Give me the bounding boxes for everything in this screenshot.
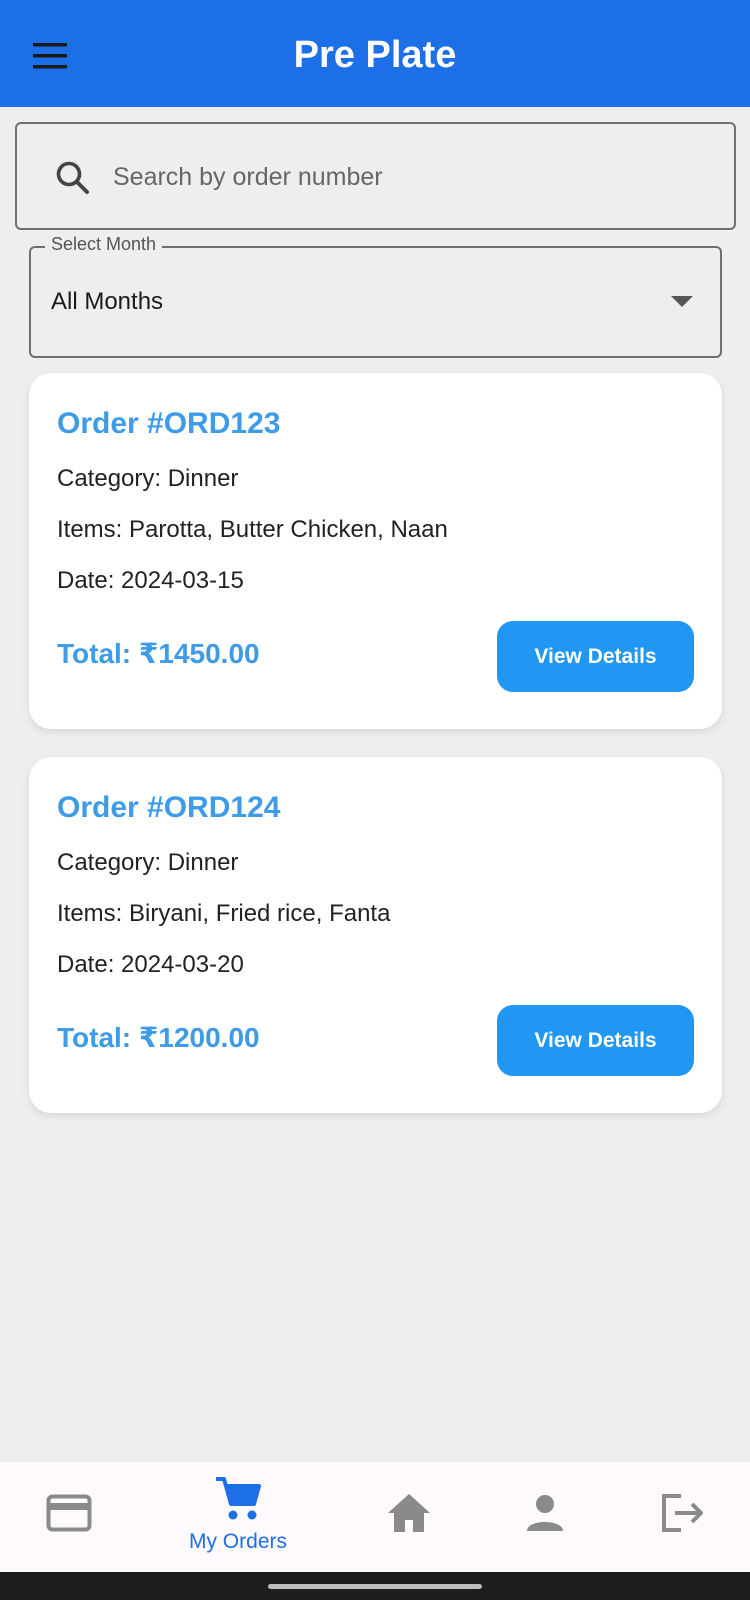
person-icon (527, 1495, 563, 1531)
order-total: Total: ₹1450.00 (57, 638, 260, 669)
search-box[interactable] (15, 122, 736, 230)
order-category: Category: Dinner (57, 465, 239, 492)
order-category: Category: Dinner (57, 849, 239, 876)
nav-item-profile[interactable] (485, 1462, 605, 1572)
home-icon (388, 1494, 430, 1532)
view-details-button[interactable]: View Details (497, 1005, 694, 1076)
nav-label-my-orders: My Orders (188, 1530, 287, 1553)
order-items: Items: Parotta, Butter Chicken, Naan (57, 516, 448, 543)
search-input[interactable] (113, 152, 713, 202)
nav-item-logout[interactable] (622, 1462, 742, 1572)
system-navigation-bar (0, 1572, 750, 1600)
month-dropdown-value: All Months (51, 288, 164, 315)
order-date: Date: 2024-03-15 (57, 567, 244, 594)
credit-card-icon (46, 1494, 92, 1532)
dropdown-arrow-icon (671, 296, 693, 307)
order-items: Items: Biryani, Fried rice, Fanta (57, 900, 391, 927)
nav-item-payments[interactable] (9, 1462, 129, 1572)
bottom-navigation: My Orders (0, 1462, 750, 1572)
logout-icon (662, 1494, 703, 1532)
order-total: Total: ₹1200.00 (57, 1022, 260, 1053)
search-icon (56, 161, 89, 194)
order-title: Order #ORD124 (57, 791, 281, 824)
month-dropdown-label: Select Month (45, 234, 163, 255)
order-title: Order #ORD123 (57, 407, 281, 440)
nav-item-my-orders[interactable]: My Orders (178, 1462, 298, 1572)
order-card: Order #ORD124 Category: Dinner Items: Bi… (29, 757, 722, 1113)
app-title: Pre Plate (293, 34, 457, 76)
app-bar: Pre Plate (0, 0, 750, 107)
home-indicator[interactable] (268, 1584, 482, 1589)
order-card: Order #ORD123 Category: Dinner Items: Pa… (29, 373, 722, 729)
shopping-cart-icon (216, 1477, 261, 1520)
view-details-button[interactable]: View Details (497, 621, 694, 692)
nav-item-home[interactable] (349, 1462, 469, 1572)
order-date: Date: 2024-03-20 (57, 951, 244, 978)
month-dropdown[interactable]: Select Month All Months (29, 234, 722, 358)
